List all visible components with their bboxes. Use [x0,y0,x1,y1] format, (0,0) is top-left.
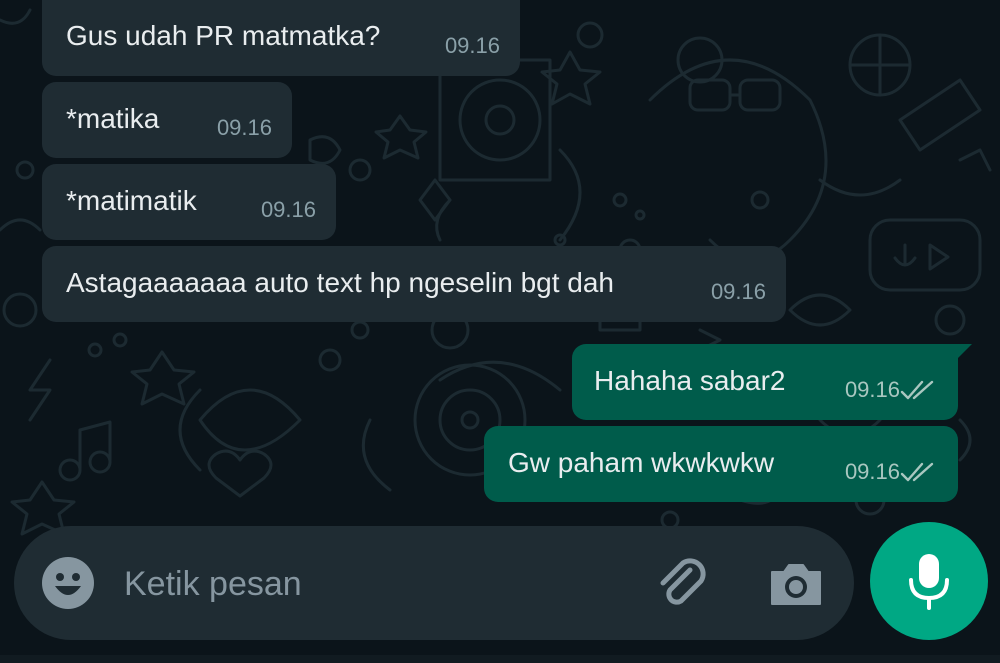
camera-button[interactable] [768,556,824,612]
message-text: Astagaaaaaaa auto text hp ngeselin bgt d… [66,267,614,298]
message-time: 09.16 [844,377,900,402]
bubble-tail [954,344,972,362]
message-bubble-incoming[interactable]: *matimatik 09.16 [42,164,336,240]
message-text: Hahaha sabar2 [594,365,786,396]
message-bubble-incoming[interactable]: Gus udah PR matmatka? 09.16 [42,0,520,76]
double-check-icon [900,462,934,482]
voice-record-button[interactable] [870,522,988,640]
microphone-icon [909,554,949,610]
message-bubble-outgoing[interactable]: Gw paham wkwkwkw 09.16 [484,426,958,502]
message-text: *matika [66,103,160,134]
message-time: 09.16 [444,33,500,58]
message-time: 09.16 [216,115,272,140]
bottom-edge [0,655,1000,663]
message-composer: Ketik pesan [14,526,854,640]
message-input[interactable]: Ketik pesan [124,564,302,604]
message-time: 09.16 [710,279,766,304]
message-text: *matimatik [66,185,197,216]
paperclip-icon [660,558,706,605]
message-text: Gus udah PR matmatka? [66,20,381,51]
message-bubble-outgoing[interactable]: Hahaha sabar2 09.16 [572,344,972,420]
camera-icon [771,564,821,605]
message-text: Gw paham wkwkwkw [508,447,775,478]
message-bubble-incoming[interactable]: *matika 09.16 [42,82,292,158]
message-time: 09.16 [260,197,316,222]
message-bubble-incoming[interactable]: Astagaaaaaaa auto text hp ngeselin bgt d… [42,246,786,322]
message-time: 09.16 [844,459,900,484]
emoji-button[interactable] [42,557,94,609]
attach-button[interactable] [654,554,712,612]
double-check-icon [900,380,934,400]
emoji-icon [42,557,94,609]
